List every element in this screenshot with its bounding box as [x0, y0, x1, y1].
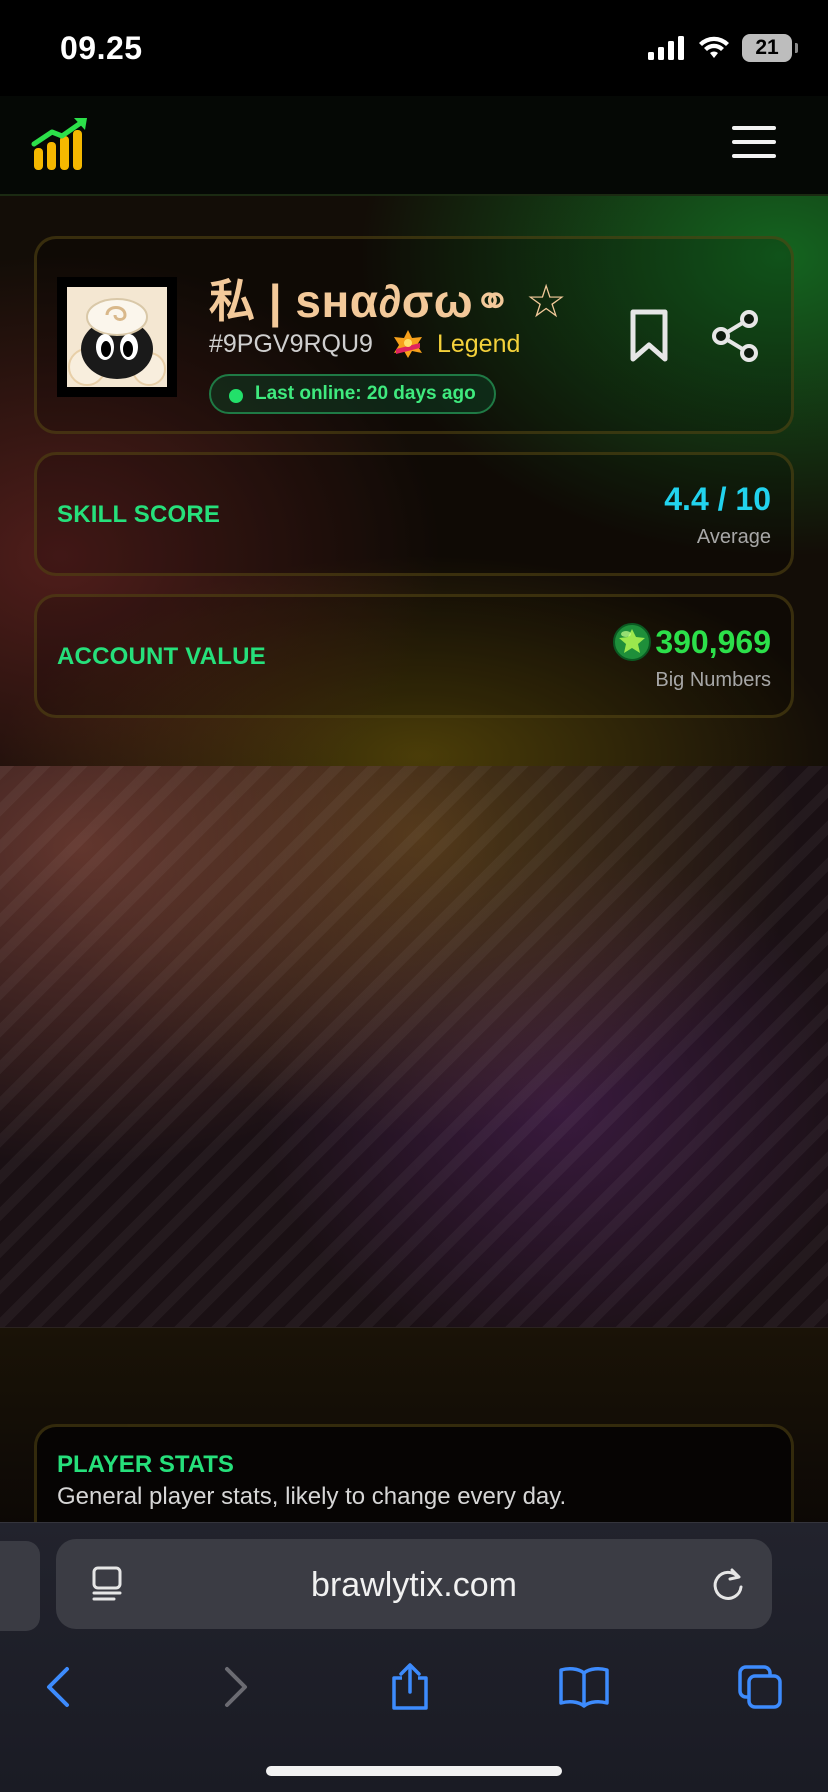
skill-score-rating: Average: [696, 526, 771, 548]
browser-toolbar: brawlytix.com: [0, 1522, 828, 1792]
share-icon[interactable]: [709, 309, 761, 363]
last-online-badge: Last online: 20 days ago: [209, 374, 496, 414]
player-name: 私 | ѕнα∂σω⚭ ☆: [209, 275, 568, 327]
skill-score-value: 4.4 / 10: [664, 481, 771, 517]
chevron-left-icon: [47, 1667, 69, 1707]
bookmarks-button[interactable]: [554, 1657, 614, 1717]
share-sheet-button[interactable]: [380, 1657, 440, 1717]
url-text[interactable]: brawlytix.com: [56, 1566, 772, 1605]
gem-icon: [613, 623, 652, 661]
bookmark-icon[interactable]: [629, 309, 669, 363]
player-stats-title: PLAYER STATS: [57, 1451, 234, 1478]
hamburger-menu-icon[interactable]: [732, 126, 776, 162]
home-indicator: [266, 1766, 562, 1776]
account-value-amount: 390,969: [655, 623, 771, 660]
striped-banner: [0, 766, 828, 1328]
browser-nav-bar: [0, 1657, 828, 1737]
skill-score-card: SKILL SCORE 4.4 / 10 Average: [34, 452, 794, 576]
forward-button[interactable]: [206, 1657, 266, 1717]
player-stats-card: PLAYER STATS General player stats, likel…: [34, 1424, 794, 1534]
account-value-card: ACCOUNT VALUE 390,969 Big Numbers: [34, 594, 794, 718]
top-nav: [0, 96, 828, 196]
rank-badge: Legend: [391, 329, 520, 359]
last-online-text: Last online: 20 days ago: [255, 383, 476, 404]
account-value-rating: Big Numbers: [655, 669, 771, 691]
status-time: 09.25: [60, 30, 143, 66]
tabs-overview-icon: [738, 1665, 782, 1709]
profile-card: 私 | ѕнα∂σω⚭ ☆ #9PGV9RQU9 Legend Last onl…: [34, 236, 794, 434]
account-value-row: 390,969: [613, 623, 771, 661]
battery-icon: 21: [742, 34, 798, 62]
online-status-dot: [229, 389, 243, 403]
skill-score-value-group: 4.4 / 10 Average: [664, 481, 771, 549]
tabs-button[interactable]: [730, 1657, 790, 1717]
avatar: [57, 277, 177, 397]
share-upload-icon: [392, 1663, 428, 1710]
address-bar[interactable]: brawlytix.com: [56, 1539, 772, 1629]
status-icons: 21: [648, 34, 798, 62]
chevron-right-icon: [225, 1667, 247, 1707]
legend-rank-icon: [393, 330, 422, 358]
status-bar: 09.25 21: [0, 0, 828, 96]
wifi-icon: [699, 36, 729, 58]
chart-bars-arrow-icon[interactable]: [30, 114, 92, 176]
open-book-icon: [559, 1667, 609, 1708]
account-value-group: 390,969 Big Numbers: [613, 623, 771, 692]
reload-icon[interactable]: [710, 1565, 746, 1603]
player-stats-subtitle: General player stats, likely to change e…: [57, 1483, 567, 1510]
account-value-label: ACCOUNT VALUE: [57, 643, 266, 670]
rank-label: Legend: [436, 329, 521, 358]
cellular-signal-icon: [648, 36, 684, 60]
back-button[interactable]: [28, 1657, 88, 1717]
player-tag-row: #9PGV9RQU9 Legend: [209, 329, 520, 359]
player-tag: #9PGV9RQU9: [209, 329, 373, 358]
previous-tab-preview[interactable]: [0, 1541, 40, 1631]
skill-score-label: SKILL SCORE: [57, 501, 221, 528]
sheep-avatar-icon: [67, 287, 167, 387]
